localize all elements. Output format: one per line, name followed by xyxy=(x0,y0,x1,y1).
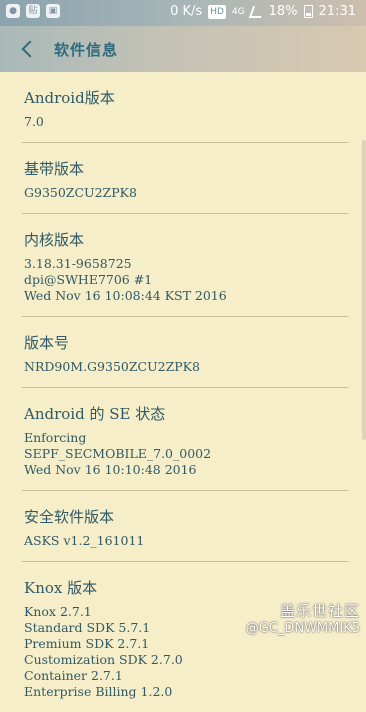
item-value: Enterprise Billing 1.2.0 xyxy=(24,684,173,699)
item-title: 版本号 xyxy=(24,334,70,352)
back-arrow-icon xyxy=(21,40,39,58)
back-button[interactable] xyxy=(14,36,40,62)
list-item-knox-version[interactable]: Knox 版本 Knox 2.7.1 Standard SDK 5.7.1 Pr… xyxy=(0,562,366,712)
item-value: Container 2.7.1 xyxy=(24,668,123,683)
item-title: Knox 版本 xyxy=(24,579,98,597)
page-title: 软件信息 xyxy=(54,40,119,59)
list-item-security-software-version[interactable]: 安全软件版本 ASKS v1.2_161011 xyxy=(0,491,366,561)
app-bar: 软件信息 xyxy=(0,26,366,72)
item-title: Android 的 SE 状态 xyxy=(24,405,166,423)
watermark: 盖乐世社区 @GC_DNWMMIK5 xyxy=(246,600,360,636)
list-item-kernel-version[interactable]: 内核版本 3.18.31-9658725 dpi@SWHE7706 #1 Wed… xyxy=(0,214,366,316)
hd-badge: HD xyxy=(208,4,226,19)
list-item-baseband-version[interactable]: 基带版本 G9350ZCU2ZPK8 xyxy=(0,143,366,213)
item-value: 7.0 xyxy=(24,114,44,129)
watermark-handle: @GC_DNWMMIK5 xyxy=(245,621,360,636)
status-right: 0 K/s HD 4G 18% 21:31 xyxy=(170,4,356,19)
list-item-android-version[interactable]: Android版本 7.0 xyxy=(0,72,366,142)
item-title: 基带版本 xyxy=(24,160,85,178)
item-value: ASKS v1.2_161011 xyxy=(24,533,145,548)
watermark-title: 盖乐世社区 xyxy=(279,602,360,620)
battery-percent: 18% xyxy=(268,4,298,19)
item-value: SEPF_SECMOBILE_7.0_0002 xyxy=(24,446,212,461)
tieba-icon: 贴 xyxy=(26,4,40,18)
status-left: ● 贴 ▣ xyxy=(6,4,60,18)
item-title: 安全软件版本 xyxy=(24,508,115,526)
item-value: Enforcing xyxy=(24,430,87,445)
clock: 21:31 xyxy=(318,4,356,19)
wechat-icon: ● xyxy=(6,4,20,18)
item-title: 内核版本 xyxy=(24,231,85,249)
item-value: Customization SDK 2.7.0 xyxy=(24,652,183,667)
signal-icon xyxy=(248,5,265,18)
item-value: NRD90M.G9350ZCU2ZPK8 xyxy=(24,359,200,374)
list-item-se-status[interactable]: Android 的 SE 状态 Enforcing SEPF_SECMOBILE… xyxy=(0,388,366,490)
image-icon: ▣ xyxy=(46,4,60,18)
scrollbar[interactable] xyxy=(362,140,366,440)
item-value: 3.18.31-9658725 xyxy=(24,256,132,271)
item-value: dpi@SWHE7706 #1 xyxy=(24,272,153,287)
network-speed: 0 K/s xyxy=(170,4,203,19)
list-item-build-number[interactable]: 版本号 NRD90M.G9350ZCU2ZPK8 xyxy=(0,317,366,387)
item-title: Android版本 xyxy=(24,89,115,107)
network-type: 4G xyxy=(231,6,245,17)
item-value: Wed Nov 16 10:08:44 KST 2016 xyxy=(24,288,227,303)
item-value: Wed Nov 16 10:10:48 2016 xyxy=(24,462,197,477)
battery-icon xyxy=(303,5,313,18)
item-value: G9350ZCU2ZPK8 xyxy=(24,185,137,200)
status-bar: ● 贴 ▣ 0 K/s HD 4G 18% 21:31 xyxy=(0,0,366,26)
